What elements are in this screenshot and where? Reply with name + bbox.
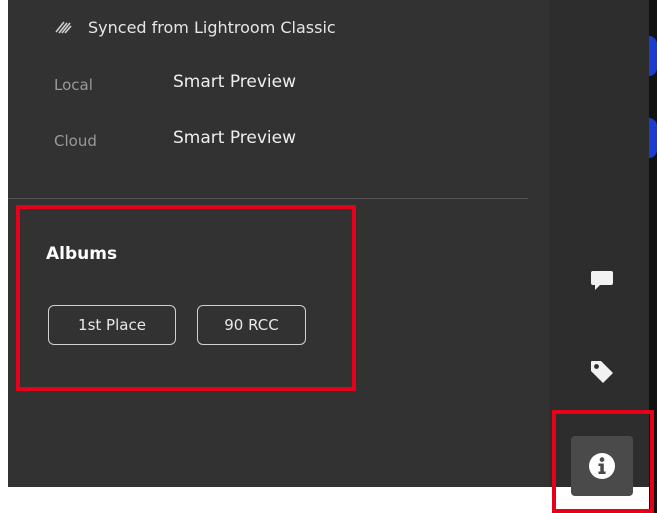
edge-blue-shape — [649, 36, 657, 76]
album-tag-1st-place[interactable]: 1st Place — [48, 305, 176, 345]
sync-status-text: Synced from Lightroom Classic — [88, 17, 336, 37]
canvas-edge — [649, 0, 657, 513]
local-value: Smart Preview — [173, 72, 297, 92]
sync-icon — [55, 21, 72, 34]
comments-button[interactable] — [582, 260, 622, 300]
info-icon — [589, 453, 615, 479]
album-tag-90-rcc[interactable]: 90 RCC — [197, 305, 306, 345]
local-label: Local — [54, 76, 93, 94]
comment-icon — [591, 271, 613, 290]
tag-icon — [591, 361, 613, 383]
edge-blue-shape — [649, 118, 657, 158]
right-icon-rail — [551, 0, 649, 487]
section-divider — [8, 198, 528, 199]
albums-heading: Albums — [46, 244, 118, 264]
keywords-button[interactable] — [582, 352, 622, 392]
info-button[interactable] — [571, 436, 633, 496]
cloud-label: Cloud — [54, 132, 97, 150]
cloud-value: Smart Preview — [173, 128, 297, 148]
sync-status: Synced from Lightroom Classic — [54, 14, 336, 40]
